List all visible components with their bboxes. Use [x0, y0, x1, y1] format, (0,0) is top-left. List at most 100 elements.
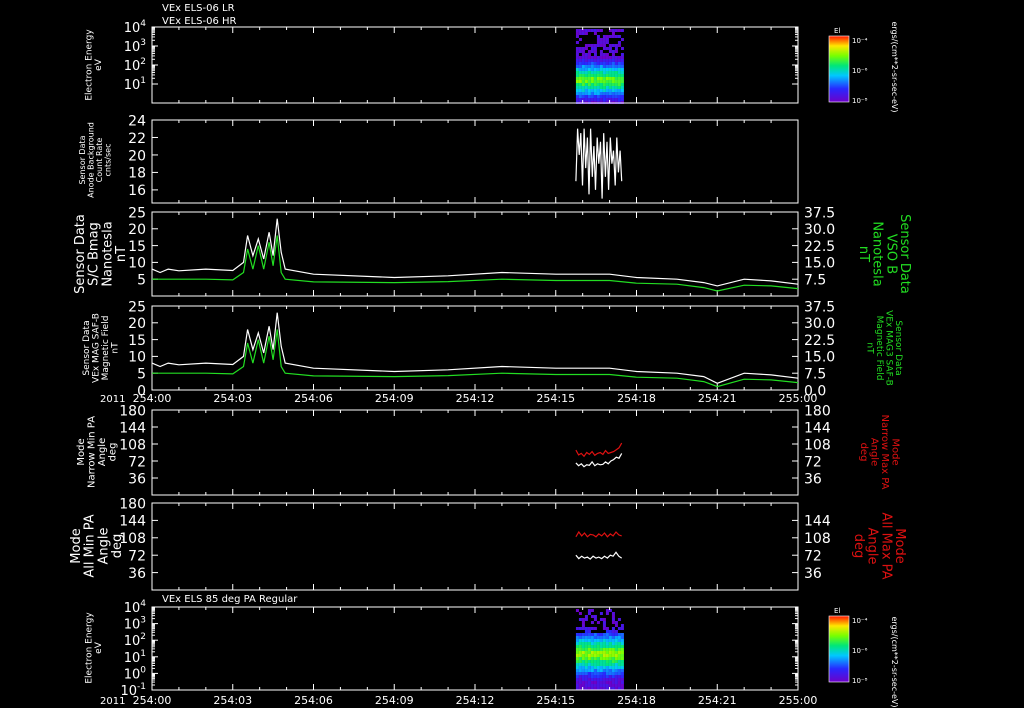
colorbar-tick-label: 10⁻⁶ [852, 67, 868, 75]
header-line1: VEx ELS-06 LR [162, 3, 235, 14]
y-right-tick-label: 22.5 [804, 333, 835, 349]
y-tick-label: 102 [124, 57, 146, 74]
y-right-tick-label: 15.0 [804, 256, 835, 272]
spectrogram [575, 29, 624, 104]
series-line-red-0 [575, 530, 622, 538]
y-right-tick-label: 180 [804, 403, 831, 419]
series-line-white-1 [575, 551, 623, 560]
colorbar-unit-line: ergs/(cm**2-sr-sec-eV) [890, 21, 899, 112]
y-tick-label: 180 [119, 403, 146, 419]
panel-title: VEx ELS 85 deg PA Regular [162, 594, 298, 605]
y-axis-label: Electron Energy eV [84, 612, 103, 684]
y-tick-label: 15 [128, 333, 146, 349]
y-tick-label: 25 [128, 205, 146, 221]
y-tick-label: 180 [119, 496, 146, 512]
y-axis-label: Sensor DataS/C BmagNanoteslanT [73, 214, 129, 294]
panel-frame-4 [151, 409, 799, 496]
x-tick-label: 254:09 [375, 392, 414, 405]
y-tick-label: 24 [128, 113, 146, 129]
y-tick-label: 20 [128, 222, 146, 238]
y-right-tick-label: 22.5 [804, 239, 835, 255]
x-tick-label: 254:06 [294, 694, 333, 707]
y-tick-label: 20 [128, 148, 146, 164]
x-tick-label: 254:18 [617, 392, 656, 405]
colorbar-tick-label: 10⁻⁸ [852, 97, 868, 105]
y-axis-right-label-line: deg [851, 534, 866, 559]
y-axis-right-label-line: Mode [889, 438, 900, 465]
y-right-tick-label: 144 [804, 420, 831, 436]
x-tick-label: 254:12 [456, 392, 495, 405]
y-axis-right-label-line: Angle [868, 438, 879, 466]
y-tick-label: 108 [119, 437, 146, 453]
y-tick-label: 16 [128, 183, 146, 199]
y-axis-right-label: ModeNarrow Max PAAngledeg [858, 415, 901, 490]
y-tick-label: 100 [124, 665, 147, 682]
y-axis-label-line: eV [94, 641, 104, 654]
colorbar-title: El [834, 27, 840, 35]
y-tick-label: 5 [137, 273, 146, 289]
y-right-tick-label: 37.5 [804, 299, 835, 315]
y-right-tick-label: 108 [804, 531, 831, 547]
y-axis-right-label-line: nT [865, 342, 875, 354]
y-tick-label: 20 [128, 316, 146, 332]
panel-frame-6 [151, 606, 799, 691]
y-axis-label: Electron Energy eV [84, 29, 103, 101]
y-tick-label: 15 [128, 239, 146, 255]
y-tick-label: 18 [128, 166, 146, 182]
x-tick-label: 254:03 [213, 392, 252, 405]
y-right-tick-label: 30.0 [804, 316, 835, 332]
y-axis-right-label-line: deg [858, 443, 869, 462]
y-right-tick-label: 7.5 [804, 273, 826, 289]
header-line2: VEx ELS-06 HR [162, 16, 237, 27]
y-axis-label-line: nT [110, 342, 120, 354]
y-tick-label: 101 [124, 76, 146, 93]
year-label: 2011 [100, 696, 125, 707]
y-axis-label-line: deg [107, 443, 118, 462]
panel-frame-5 [151, 502, 799, 591]
y-axis-right-label: ModeAll Max PAAngledeg [851, 512, 907, 579]
y-right-tick-label: 144 [804, 514, 831, 530]
x-tick-label: 254:15 [536, 392, 575, 405]
colorbar-unit: ergs/(cm**2-sr-sec-eV) [890, 616, 899, 707]
y-right-tick-label: 30.0 [804, 222, 835, 238]
x-tick-label: 254:06 [294, 392, 333, 405]
y-tick-label: 103 [124, 616, 146, 633]
series-line-green-1 [152, 329, 799, 388]
y-axis-label-line: cnts/sec [103, 144, 112, 177]
y-right-tick-label: 72 [804, 549, 822, 565]
colorbar-tick-label: 10⁻⁴ [852, 617, 868, 625]
y-tick-label: 22 [128, 131, 146, 147]
y-tick-label: 144 [119, 420, 146, 436]
x-tick-label: 254:18 [617, 694, 656, 707]
y-tick-label: 25 [128, 299, 146, 315]
colorbar-title: El [834, 607, 840, 615]
x-tick-label: 254:12 [456, 694, 495, 707]
y-tick-label: 36 [128, 471, 146, 487]
x-tick-label: 254:09 [375, 694, 414, 707]
y-right-tick-label: 36 [804, 566, 822, 582]
y-tick-label: 10 [128, 256, 146, 272]
panel-frame-0 [151, 26, 799, 104]
spectrogram [575, 609, 624, 690]
y-tick-label: 102 [124, 632, 146, 649]
y-tick-label: 144 [119, 514, 146, 530]
y-axis-label: ModeAll Min PAAngledeg [69, 514, 125, 577]
x-tick-label: 254:00 [133, 694, 172, 707]
y-axis-right-label-line: Narrow Max PA [879, 415, 890, 490]
y-axis-right-label: Sensor DataVEx MAG3 SAF-BMagnetic Fieldn… [865, 310, 903, 386]
y-axis-label: Sensor Data VEx MAG SAF-B Magnetic Field nT [82, 313, 120, 383]
y-right-tick-label: 37.5 [804, 205, 835, 221]
y-tick-label: 103 [124, 38, 146, 55]
y-tick-label: 72 [128, 549, 146, 565]
colorbar [828, 615, 850, 683]
y-right-tick-label: 15.0 [804, 350, 835, 366]
y-right-tick-label: 36 [804, 471, 822, 487]
colorbar-unit: ergs/(cm**2-sr-sec-eV) [890, 21, 899, 112]
x-tick-label: 254:21 [698, 392, 737, 405]
y-axis-label-line: Narrow Min PA [86, 416, 97, 488]
y-axis-label: Mode Narrow Min PA Angle deg [76, 416, 119, 488]
colorbar-tick-label: 10⁻⁴ [852, 37, 868, 45]
y-axis-label: Sensor Data Anode Background Count Rate cnt… [78, 122, 112, 198]
y-axis-label-line: deg [110, 534, 125, 559]
series-line-red-0 [575, 442, 623, 458]
